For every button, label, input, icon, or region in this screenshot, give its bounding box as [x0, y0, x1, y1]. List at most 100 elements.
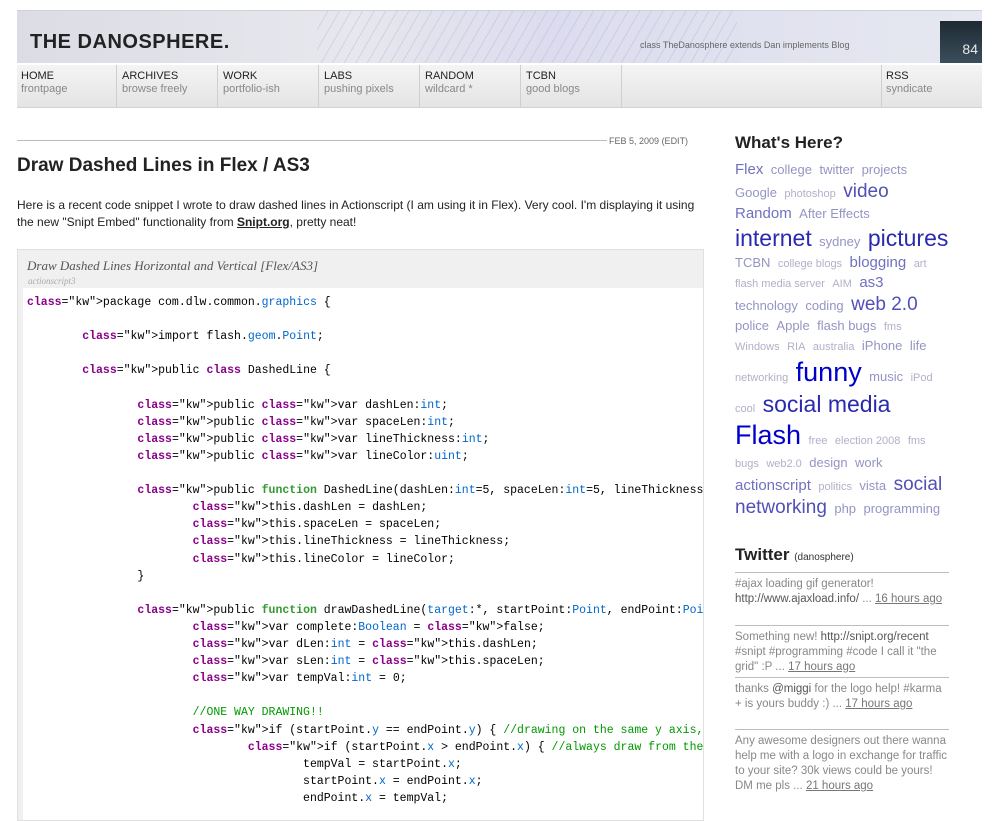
- tweet-text: ...: [859, 593, 875, 605]
- tweet-text: #ajax loading gif generator!: [735, 578, 874, 590]
- tag-link[interactable]: cool: [735, 403, 755, 415]
- tag-link[interactable]: work: [855, 455, 882, 470]
- twitter-heading: Twitter (danosphere): [735, 545, 854, 565]
- header-decoration: [317, 11, 737, 63]
- tag-link[interactable]: AIM: [832, 278, 852, 290]
- tag-link[interactable]: design: [809, 455, 847, 470]
- tag-link[interactable]: police: [735, 318, 769, 333]
- twitter-handle[interactable]: (danosphere): [794, 552, 853, 563]
- tweet-time-link[interactable]: 16 hours ago: [875, 593, 942, 605]
- tag-link[interactable]: art: [914, 258, 927, 270]
- code-line: class="kw">if (startPoint.y == endPoint.…: [192, 723, 703, 737]
- code-area[interactable]: class="kw">package com.dlw.common.graphi…: [23, 288, 703, 820]
- tag-link[interactable]: politics: [818, 481, 852, 493]
- tag-link[interactable]: Flex: [735, 161, 763, 178]
- tag-link[interactable]: RIA: [787, 341, 805, 353]
- tag-link[interactable]: funny: [796, 357, 862, 387]
- tag-link[interactable]: photoshop: [784, 188, 835, 200]
- tag-link[interactable]: internet: [735, 225, 812, 251]
- tag-link[interactable]: pictures: [868, 225, 949, 251]
- twitter-heading-text: Twitter: [735, 545, 790, 564]
- tag-link[interactable]: networking: [735, 372, 788, 384]
- tag-link[interactable]: college blogs: [778, 258, 842, 270]
- tag-link[interactable]: twitter: [819, 162, 854, 177]
- tag-link[interactable]: free: [808, 435, 827, 447]
- post-title[interactable]: Draw Dashed Lines in Flex / AS3: [17, 155, 310, 177]
- tweet-link[interactable]: @miggi: [772, 683, 811, 695]
- tag-link[interactable]: blogging: [850, 254, 907, 271]
- tag-link[interactable]: vista: [859, 478, 886, 493]
- tag-link[interactable]: australia: [813, 341, 855, 353]
- nav-title: WORK: [223, 70, 258, 82]
- nav-title: ARCHIVES: [122, 70, 179, 82]
- tag-link[interactable]: fms: [884, 321, 902, 333]
- code-snippet-embed: Draw Dashed Lines Horizontal and Vertica…: [17, 249, 704, 821]
- tag-link[interactable]: TCBN: [735, 255, 770, 270]
- code-line: class="kw">var dLen:int = class="kw">thi…: [192, 638, 538, 651]
- post-intro: Here is a recent code snippet I wrote to…: [17, 197, 697, 231]
- tag-link[interactable]: flash media server: [735, 278, 825, 290]
- tweet-text: thanks: [735, 683, 773, 695]
- tag-cloud: Flex college twitter projects Google pho…: [735, 160, 955, 520]
- code-line: class="kw">public function drawDashedLin…: [137, 603, 703, 617]
- tag-link[interactable]: music: [869, 369, 903, 384]
- tag-link[interactable]: After Effects: [799, 206, 870, 221]
- nav-item-tcbn[interactable]: TCBN good blogs: [522, 65, 622, 107]
- nav-title: RANDOM: [425, 70, 474, 82]
- tag-link[interactable]: social media: [763, 391, 891, 417]
- tag-link[interactable]: web 2.0: [851, 294, 918, 315]
- tag-link[interactable]: actionscript: [735, 477, 811, 494]
- visitor-counter-badge[interactable]: 84: [940, 21, 982, 63]
- nav-item-home[interactable]: HOME frontpage: [17, 65, 117, 107]
- tag-link[interactable]: Flash: [735, 420, 801, 450]
- nav-item-rss[interactable]: RSS syndicate: [881, 65, 982, 107]
- snipt-link[interactable]: Snipt.org: [237, 215, 290, 229]
- tag-link[interactable]: php: [834, 501, 856, 516]
- code-line: tempVal = startPoint.x;: [27, 757, 462, 771]
- tag-link[interactable]: Random: [735, 205, 792, 222]
- code-line: }: [27, 569, 145, 583]
- code-line: class="kw">public function DashedLine(da…: [137, 484, 703, 498]
- tag-link[interactable]: flash bugs: [817, 318, 876, 333]
- tag-link[interactable]: video: [843, 181, 888, 202]
- whats-here-heading: What's Here?: [735, 133, 843, 152]
- tweet-text: Something new!: [735, 631, 821, 643]
- tweet-item: Any awesome designers out there wanna he…: [735, 729, 949, 794]
- tag-link[interactable]: web2.0: [766, 458, 801, 470]
- code-line: class="kw">this.dashLen = dashLen;: [192, 501, 428, 515]
- code-language-label: actionscript3: [28, 276, 76, 286]
- tweet-time-link[interactable]: 17 hours ago: [788, 661, 855, 673]
- tag-link[interactable]: Windows: [735, 341, 780, 353]
- tweet-time-link[interactable]: 17 hours ago: [845, 698, 912, 710]
- tag-link[interactable]: sydney: [819, 234, 860, 249]
- post-intro-text-end: , pretty neat!: [289, 215, 357, 229]
- post-edit-link[interactable]: (EDIT): [662, 136, 689, 146]
- tweet-link[interactable]: http://snipt.org/recent: [821, 631, 929, 643]
- code-snippet-title[interactable]: Draw Dashed Lines Horizontal and Vertica…: [27, 258, 318, 274]
- site-header: THE DANOSPHERE. class TheDanosphere exte…: [17, 10, 982, 63]
- tag-link[interactable]: Google: [735, 185, 777, 200]
- tag-link[interactable]: life: [910, 338, 927, 353]
- tag-link[interactable]: iPhone: [862, 338, 902, 353]
- tweet-time-link[interactable]: 21 hours ago: [806, 780, 873, 792]
- site-title[interactable]: THE DANOSPHERE.: [30, 31, 230, 54]
- nav-subtitle: browse freely: [122, 83, 188, 95]
- nav-title: LABS: [324, 70, 353, 82]
- tag-link[interactable]: iPod: [911, 372, 933, 384]
- tag-link[interactable]: technology: [735, 298, 798, 313]
- code-line: class="kw">public class="kw">var spaceLe…: [137, 415, 455, 429]
- nav-item-archives[interactable]: ARCHIVES browse freely: [118, 65, 218, 107]
- tag-link[interactable]: programming: [864, 501, 941, 516]
- tag-link[interactable]: projects: [862, 162, 908, 177]
- tag-link[interactable]: Apple: [776, 318, 809, 333]
- tag-link[interactable]: as3: [859, 274, 883, 291]
- nav-item-labs[interactable]: LABS pushing pixels: [320, 65, 420, 107]
- post-date-text: FEB 5, 2009: [609, 136, 660, 146]
- tag-link[interactable]: college: [771, 162, 812, 177]
- tag-link[interactable]: election 2008: [835, 435, 900, 447]
- tweet-link[interactable]: http://www.ajaxload.info/: [735, 593, 859, 605]
- nav-item-random[interactable]: RANDOM wildcard *: [421, 65, 521, 107]
- code-line: class="kw">public class="kw">var dashLen…: [137, 398, 449, 412]
- nav-item-work[interactable]: WORK portfolio-ish: [219, 65, 319, 107]
- tag-link[interactable]: coding: [805, 298, 843, 313]
